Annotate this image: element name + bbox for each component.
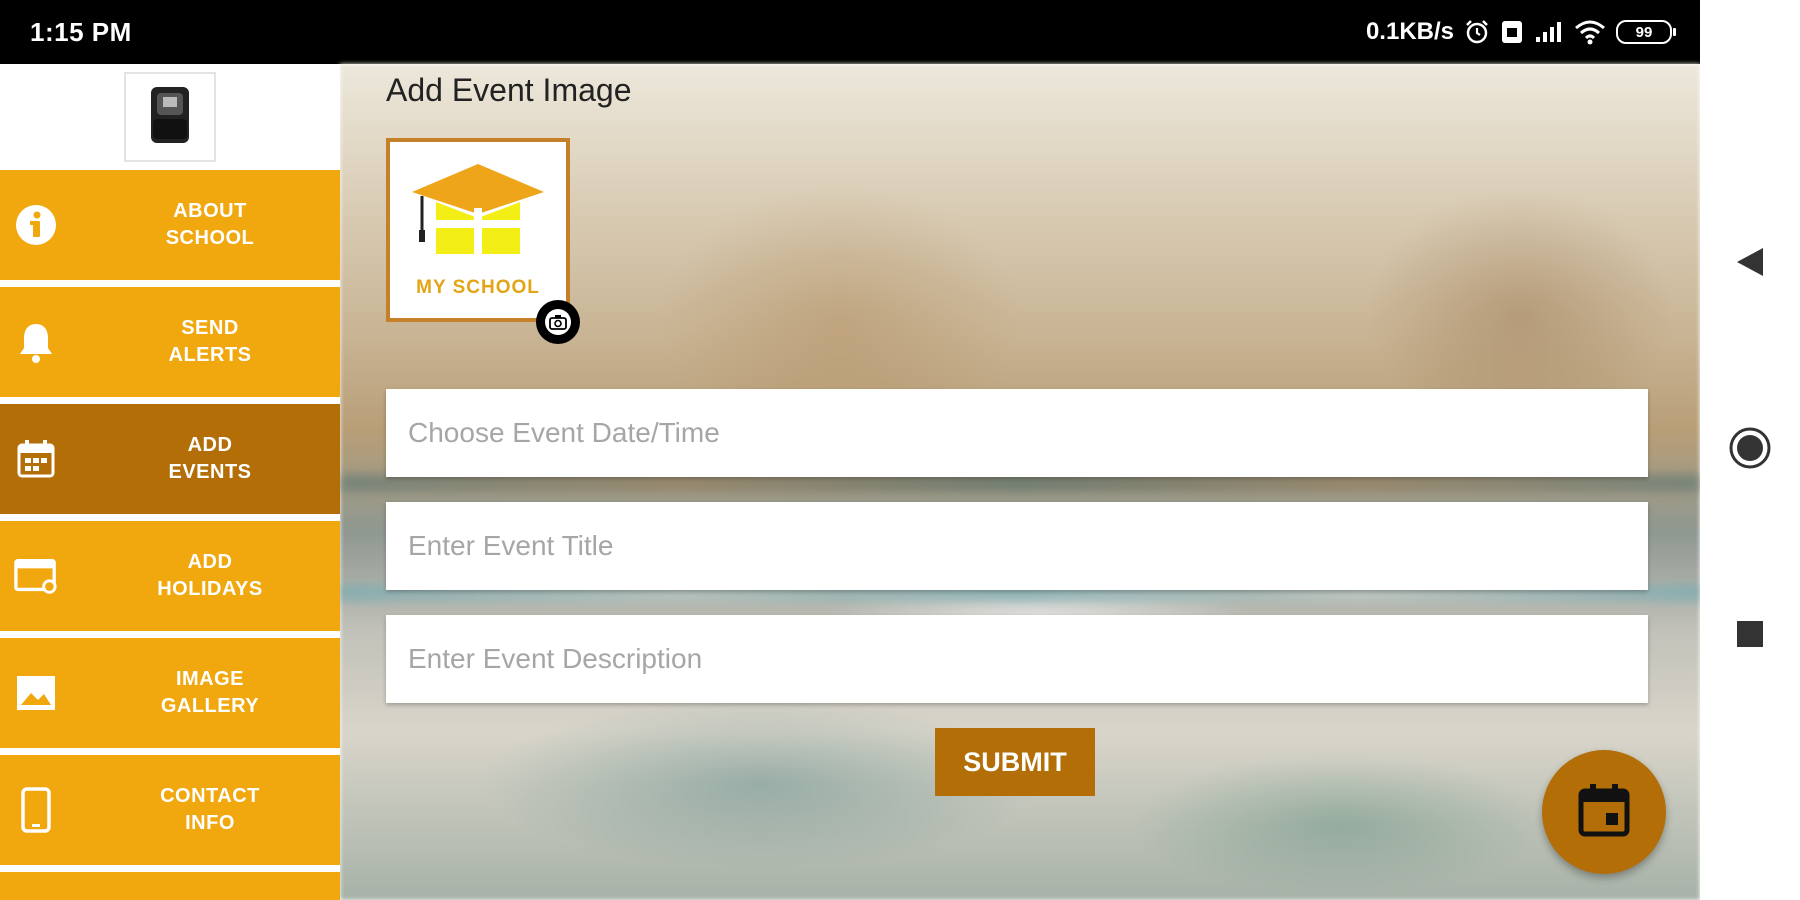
phone-icon [14,787,58,833]
event-image-caption: MY SCHOOL [416,276,540,298]
image-icon [14,671,58,715]
info-icon [14,203,58,247]
home-icon [1728,426,1772,475]
status-time: 1:15 PM [30,16,132,47]
sidebar-item-label: CONTACT INFO [160,785,260,834]
system-nav-bar [1700,0,1800,900]
sidebar-item-image-gallery[interactable]: IMAGE GALLERY [0,638,340,748]
back-icon [1735,246,1765,283]
calendar-event-icon [1577,782,1631,843]
battery-level: 99 [1635,23,1653,41]
add-event-fab[interactable] [1542,750,1666,874]
status-icons: 0.1KB/s 99 [1365,18,1676,46]
event-title-field[interactable] [386,502,1648,590]
camera-button[interactable] [536,300,580,344]
sidebar-item-label: ABOUT SCHOOL [165,200,255,249]
sidebar-item-label: SEND ALERTS [168,317,252,366]
sidebar-item-label: ADD EVENTS [168,434,252,483]
school-logo-icon [145,83,195,152]
event-description-field[interactable] [386,615,1648,703]
nav-recents-button[interactable] [1700,596,1800,676]
event-datetime-field[interactable] [386,389,1648,477]
sidebar: ABOUT SCHOOL SEND ALERTS ADD EVENTS ADD … [0,64,340,900]
event-image-picker[interactable]: MY SCHOOL [386,138,570,322]
alarm-icon [1464,19,1490,45]
submit-button[interactable]: SUBMIT [935,728,1095,796]
holiday-icon [14,554,58,598]
signal-icon [1534,20,1564,44]
sidebar-item-add-holidays[interactable]: ADD HOLIDAYS [0,521,340,631]
status-bar: 1:15 PM 0.1KB/s 99 [0,0,1700,64]
calendar-icon [14,437,58,481]
sidebar-item-send-alerts[interactable]: SEND ALERTS [0,287,340,397]
sidebar-item-more[interactable] [0,872,340,900]
network-speed: 0.1KB/s [1365,18,1454,45]
graduation-cap-icon [410,162,546,273]
sidebar-item-about-school[interactable]: ABOUT SCHOOL [0,170,340,280]
camera-icon [545,309,571,335]
nav-home-button[interactable] [1700,410,1800,490]
wifi-icon [1574,19,1606,45]
sidebar-item-add-events[interactable]: ADD EVENTS [0,404,340,514]
sidebar-menu: ABOUT SCHOOL SEND ALERTS ADD EVENTS ADD … [0,170,340,900]
sidebar-item-contact-info[interactable]: CONTACT INFO [0,755,340,865]
sim-icon [1500,19,1524,45]
sidebar-item-label: IMAGE GALLERY [160,668,260,717]
bell-icon [14,320,58,364]
page-title: Add Event Image [386,72,632,108]
school-logo[interactable] [124,72,216,162]
sidebar-item-label: ADD HOLIDAYS [157,551,263,600]
nav-back-button[interactable] [1700,224,1800,304]
recents-icon [1735,619,1765,654]
battery-icon: 99 [1616,20,1676,44]
app-root: ABOUT SCHOOL SEND ALERTS ADD EVENTS ADD … [0,64,1700,900]
